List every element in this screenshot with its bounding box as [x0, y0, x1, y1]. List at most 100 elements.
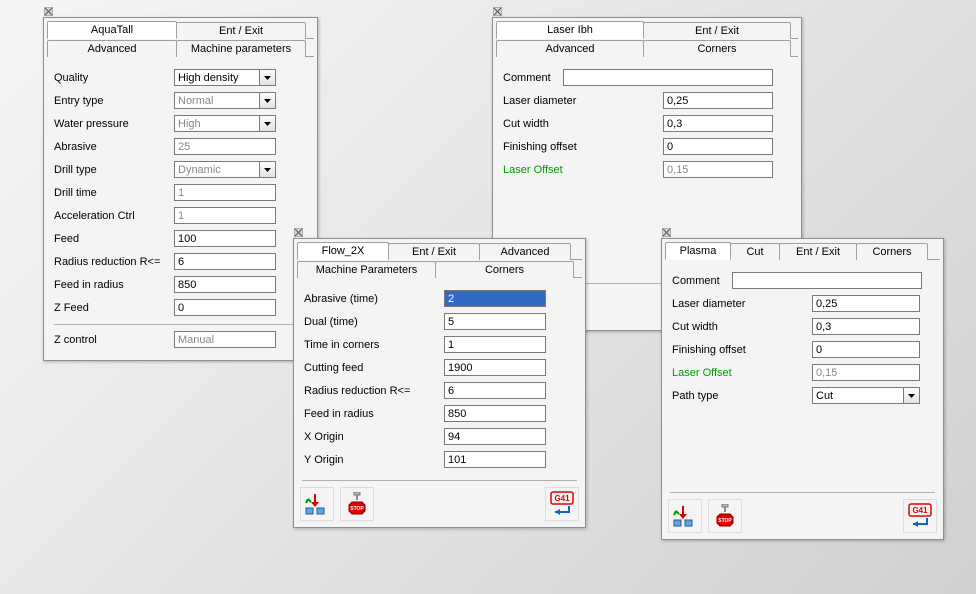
g41-button[interactable]: G41 — [545, 487, 579, 521]
stop-button[interactable]: STOP — [708, 499, 742, 533]
label-feed: Feed — [54, 233, 174, 245]
tab-aquatall[interactable]: AquaTall — [47, 21, 177, 39]
tab-advanced[interactable]: Advanced — [47, 40, 177, 57]
label-z-feed: Z Feed — [54, 302, 174, 314]
chevron-down-icon[interactable] — [259, 161, 276, 178]
input-x-origin[interactable] — [444, 428, 546, 445]
input-laser-diameter[interactable] — [663, 92, 773, 109]
input-laser-diameter[interactable] — [812, 295, 920, 312]
label-drill-type: Drill type — [54, 164, 174, 176]
tab-corners[interactable]: Corners — [856, 243, 928, 260]
combo-quality-value[interactable] — [174, 69, 259, 86]
tab-corners[interactable]: Corners — [435, 261, 574, 278]
chevron-down-icon[interactable] — [903, 387, 920, 404]
input-laser-offset[interactable] — [812, 364, 920, 381]
combo-drill-type-value[interactable] — [174, 161, 259, 178]
insert-icon — [673, 504, 697, 528]
stop-icon: STOP — [713, 504, 737, 528]
label-drill-time: Drill time — [54, 187, 174, 199]
label-x-origin: X Origin — [304, 431, 444, 443]
input-comment[interactable] — [563, 69, 773, 86]
tab-machine-parameters[interactable]: Machine parameters — [176, 40, 306, 57]
combo-entry-type[interactable] — [174, 92, 276, 109]
tab-ent-exit[interactable]: Ent / Exit — [779, 243, 857, 260]
input-cut-width[interactable] — [663, 115, 773, 132]
chevron-down-icon[interactable] — [259, 115, 276, 132]
combo-water-pressure[interactable] — [174, 115, 276, 132]
label-z-control: Z control — [54, 334, 174, 346]
g41-icon: G41 — [907, 503, 933, 529]
input-acceleration-ctrl[interactable] — [174, 207, 276, 224]
label-path-type: Path type — [672, 390, 812, 402]
grip-icon[interactable] — [493, 7, 502, 16]
combo-path-type[interactable] — [812, 387, 920, 404]
label-cutting-feed: Cutting feed — [304, 362, 444, 374]
label-abrasive: Abrasive — [54, 141, 174, 153]
input-cutting-feed[interactable] — [444, 359, 546, 376]
g41-button[interactable]: G41 — [903, 499, 937, 533]
label-radius-reduction: Radius reduction R<= — [304, 385, 444, 397]
label-laser-diameter: Laser diameter — [503, 95, 663, 107]
tab-plasma[interactable]: Plasma — [665, 242, 731, 260]
combo-drill-type[interactable] — [174, 161, 276, 178]
label-comment: Comment — [503, 72, 563, 84]
input-drill-time[interactable] — [174, 184, 276, 201]
label-finishing-offset: Finishing offset — [672, 344, 812, 356]
insert-button[interactable] — [300, 487, 334, 521]
tab-ent-exit[interactable]: Ent / Exit — [388, 243, 480, 260]
input-comment[interactable] — [732, 272, 922, 289]
input-abrasive-time[interactable] — [444, 290, 546, 307]
svg-text:STOP: STOP — [350, 506, 364, 512]
tab-ent-exit[interactable]: Ent / Exit — [643, 22, 791, 39]
input-laser-offset[interactable] — [663, 161, 773, 178]
label-time-in-corners: Time in corners — [304, 339, 444, 351]
combo-path-type-value[interactable] — [812, 387, 903, 404]
input-feed-in-radius[interactable] — [174, 276, 276, 293]
label-acceleration-ctrl: Acceleration Ctrl — [54, 210, 174, 222]
label-finishing-offset: Finishing offset — [503, 141, 663, 153]
tab-machine-parameters[interactable]: Machine Parameters — [297, 261, 436, 278]
grip-icon[interactable] — [294, 228, 303, 237]
input-finishing-offset[interactable] — [663, 138, 773, 155]
input-cut-width[interactable] — [812, 318, 920, 335]
input-dual-time[interactable] — [444, 313, 546, 330]
input-abrasive[interactable] — [174, 138, 276, 155]
tab-cut[interactable]: Cut — [730, 243, 780, 260]
combo-quality[interactable] — [174, 69, 276, 86]
tab-ent-exit[interactable]: Ent / Exit — [176, 22, 306, 39]
input-feed-in-radius[interactable] — [444, 405, 546, 422]
panel-aquatall: AquaTall Ent / Exit Advanced Machine par… — [43, 17, 318, 361]
label-feed-in-radius: Feed in radius — [54, 279, 174, 291]
combo-entry-type-value[interactable] — [174, 92, 259, 109]
tab-flow-2x[interactable]: Flow_2X — [297, 242, 389, 260]
grip-icon[interactable] — [662, 228, 671, 237]
label-abrasive-time: Abrasive (time) — [304, 293, 444, 305]
input-finishing-offset[interactable] — [812, 341, 920, 358]
insert-button[interactable] — [668, 499, 702, 533]
label-cut-width: Cut width — [503, 118, 663, 130]
input-feed[interactable] — [174, 230, 276, 247]
panel-flow-2x: Flow_2X Ent / Exit Advanced Machine Para… — [293, 238, 586, 528]
input-z-feed[interactable] — [174, 299, 276, 316]
svg-text:G41: G41 — [912, 506, 928, 515]
chevron-down-icon[interactable] — [259, 69, 276, 86]
grip-icon[interactable] — [44, 7, 53, 16]
stop-button[interactable]: STOP — [340, 487, 374, 521]
input-z-control[interactable] — [174, 331, 276, 348]
svg-text:STOP: STOP — [718, 518, 732, 524]
input-radius-reduction[interactable] — [444, 382, 546, 399]
tab-laser-ibh[interactable]: Laser Ibh — [496, 21, 644, 39]
tab-advanced[interactable]: Advanced — [496, 40, 644, 57]
input-radius-reduction[interactable] — [174, 253, 276, 270]
chevron-down-icon[interactable] — [259, 92, 276, 109]
label-water-pressure: Water pressure — [54, 118, 174, 130]
tab-advanced[interactable]: Advanced — [479, 243, 571, 260]
svg-text:G41: G41 — [554, 494, 570, 503]
combo-water-pressure-value[interactable] — [174, 115, 259, 132]
separator — [54, 324, 307, 325]
input-y-origin[interactable] — [444, 451, 546, 468]
tab-corners[interactable]: Corners — [643, 40, 791, 57]
label-comment: Comment — [672, 275, 732, 287]
insert-icon — [305, 492, 329, 516]
input-time-in-corners[interactable] — [444, 336, 546, 353]
